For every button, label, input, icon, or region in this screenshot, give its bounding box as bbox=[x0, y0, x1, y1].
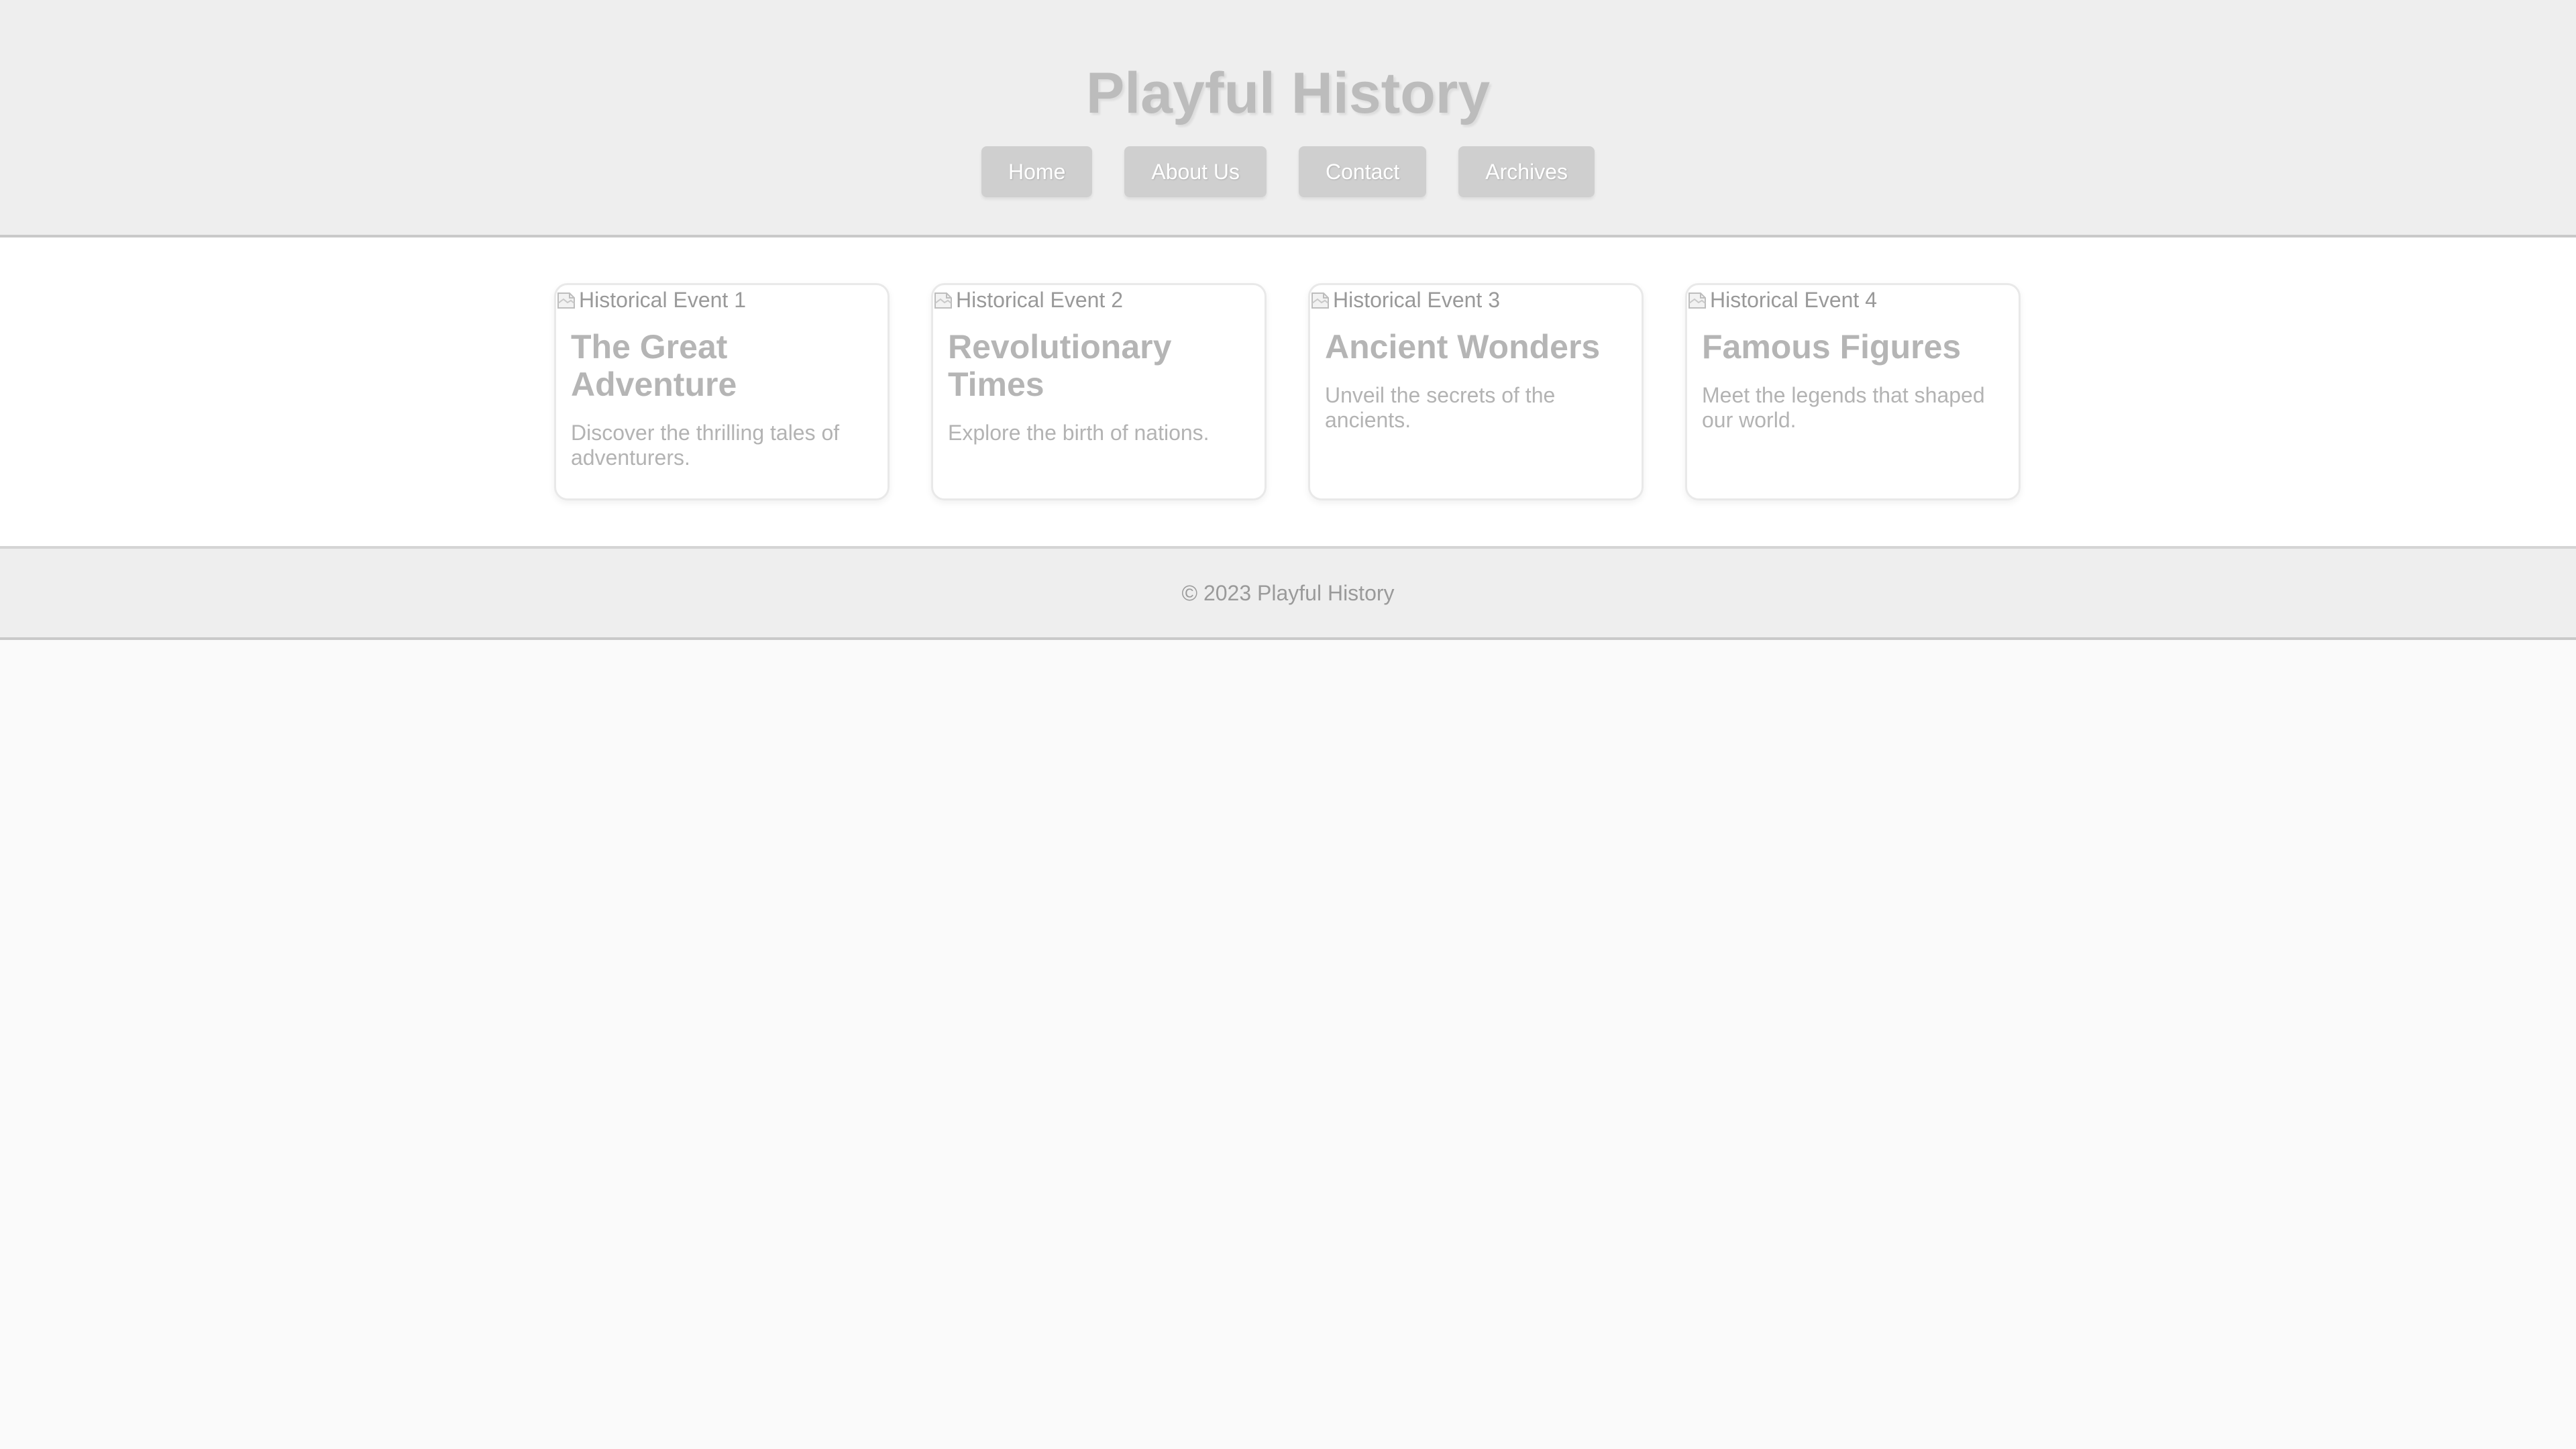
card-description: Explore the birth of nations. bbox=[948, 421, 1210, 445]
card-revolutionary-times[interactable]: Historical Event 2 Revolutionary Times E… bbox=[931, 283, 1267, 500]
card-image: Historical Event 3 bbox=[1310, 288, 1642, 312]
main-content: Historical Event 1 The Great Adventure D… bbox=[0, 237, 2576, 546]
card-title: Revolutionary Times bbox=[948, 328, 1172, 403]
footer-copyright: © 2023 Playful History bbox=[1181, 581, 1395, 605]
card-ancient-wonders[interactable]: Historical Event 3 Ancient Wonders Unvei… bbox=[1308, 283, 1644, 500]
main-nav: Home About Us Contact Archives bbox=[0, 146, 2576, 197]
nav-archives-button[interactable]: Archives bbox=[1458, 146, 1595, 197]
nav-home-button[interactable]: Home bbox=[981, 146, 1093, 197]
card-image-alt: Historical Event 1 bbox=[579, 287, 746, 312]
card-famous-figures[interactable]: Historical Event 4 Famous Figures Meet t… bbox=[1685, 283, 2021, 500]
card-image-alt: Historical Event 4 bbox=[1710, 287, 1877, 312]
card-description: Meet the legends that shaped our world. bbox=[1702, 383, 1985, 432]
card-image: Historical Event 4 bbox=[1687, 288, 2019, 312]
broken-image-icon bbox=[556, 290, 576, 310]
card-title: The Great Adventure bbox=[571, 328, 737, 403]
card-image-alt: Historical Event 3 bbox=[1333, 287, 1500, 312]
card-grid: Historical Event 1 The Great Adventure D… bbox=[554, 283, 2021, 500]
card-image: Historical Event 1 bbox=[556, 288, 888, 312]
card-great-adventure[interactable]: Historical Event 1 The Great Adventure D… bbox=[554, 283, 890, 500]
card-image-alt: Historical Event 2 bbox=[956, 287, 1123, 312]
site-footer: © 2023 Playful History bbox=[0, 546, 2576, 640]
nav-about-us-button[interactable]: About Us bbox=[1124, 146, 1267, 197]
broken-image-icon bbox=[933, 290, 953, 310]
card-title: Famous Figures bbox=[1702, 328, 1962, 366]
site-title: Playful History bbox=[1085, 61, 1491, 125]
card-title: Ancient Wonders bbox=[1325, 328, 1601, 366]
site-header: Playful History Home About Us Contact Ar… bbox=[0, 0, 2576, 237]
card-description: Discover the thrilling tales of adventur… bbox=[571, 421, 840, 470]
broken-image-icon bbox=[1687, 290, 1707, 310]
card-image: Historical Event 2 bbox=[933, 288, 1265, 312]
broken-image-icon bbox=[1310, 290, 1330, 310]
card-description: Unveil the secrets of the ancients. bbox=[1325, 383, 1556, 432]
nav-contact-button[interactable]: Contact bbox=[1299, 146, 1427, 197]
